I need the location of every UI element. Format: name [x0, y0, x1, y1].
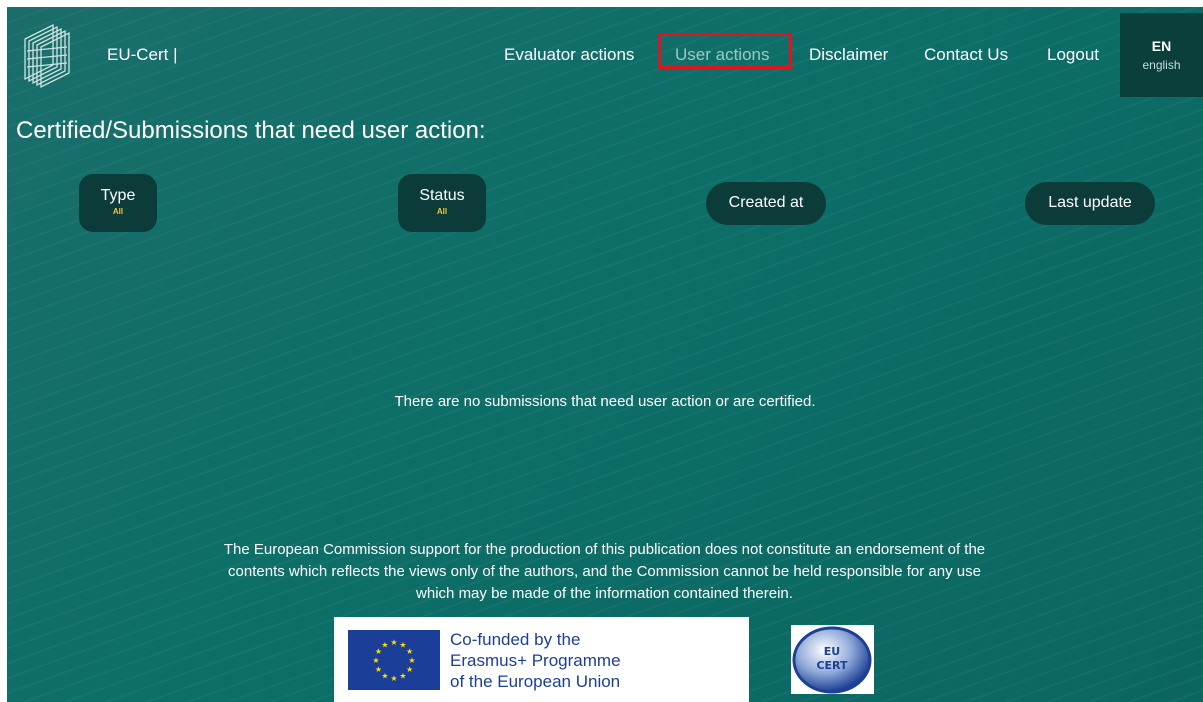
nav-disclaimer[interactable]: Disclaimer: [809, 45, 888, 65]
eu-star-icon: ★: [408, 656, 415, 665]
erasmus-line-1: Co-funded by the: [450, 630, 581, 649]
eu-star-icon: ★: [375, 665, 382, 674]
sort-created-at-label: Created at: [728, 194, 804, 211]
eu-star-icon: ★: [406, 665, 413, 674]
erasmus-cofunded-banner: ★ ★ ★ ★ ★ ★ ★ ★ ★ ★ ★ ★ Co-funded by the Erasmus+ P…: [334, 617, 749, 702]
erasmus-text: Co-funded by the Erasmus+ Programme of t…: [450, 629, 621, 692]
brand-name[interactable]: EU-Cert |: [107, 45, 178, 65]
sort-last-update-button[interactable]: Last update: [1025, 182, 1155, 225]
language-name: english: [1142, 58, 1181, 72]
active-nav-highlight: [658, 33, 792, 69]
eu-star-icon: ★: [372, 656, 379, 665]
filter-type-label: Type: [100, 187, 136, 204]
language-selector[interactable]: EN english: [1120, 13, 1203, 97]
page-title: Certified/Submissions that need user act…: [16, 117, 486, 144]
filter-status-label: Status: [419, 187, 465, 204]
language-code: EN: [1151, 38, 1172, 54]
filter-status-button[interactable]: Status All: [398, 174, 486, 232]
empty-state-message: There are no submissions that need user …: [394, 393, 816, 410]
eu-star-icon: ★: [381, 672, 388, 681]
eu-star-icon: ★: [390, 674, 397, 683]
eu-star-icon: ★: [381, 640, 388, 649]
filter-type-value: All: [112, 207, 124, 216]
eu-star-icon: ★: [406, 647, 413, 656]
sort-last-update-label: Last update: [1048, 194, 1132, 211]
eu-star-icon: ★: [390, 638, 397, 647]
erasmus-line-3: of the European Union: [450, 672, 621, 691]
filter-type-button[interactable]: Type All: [79, 174, 157, 232]
eu-disclaimer-text: The European Commission support for the …: [223, 541, 986, 602]
nav-logout[interactable]: Logout: [1047, 45, 1099, 65]
filter-status-value: All: [436, 207, 448, 216]
eu-flag-icon: ★ ★ ★ ★ ★ ★ ★ ★ ★ ★ ★ ★: [348, 630, 440, 690]
nav-contact-us[interactable]: Contact Us: [924, 45, 1008, 65]
erasmus-line-2: Erasmus+ Programme: [450, 651, 621, 670]
nav-evaluator-actions[interactable]: Evaluator actions: [504, 45, 634, 65]
eu-star-icon: ★: [399, 672, 406, 681]
site-logo-icon[interactable]: [19, 17, 79, 91]
eu-cert-badge-logo: EU CERT: [791, 625, 874, 694]
page: EU-Cert | Evaluator actions User actions…: [7, 7, 1203, 702]
sort-created-at-button[interactable]: Created at: [706, 182, 826, 225]
